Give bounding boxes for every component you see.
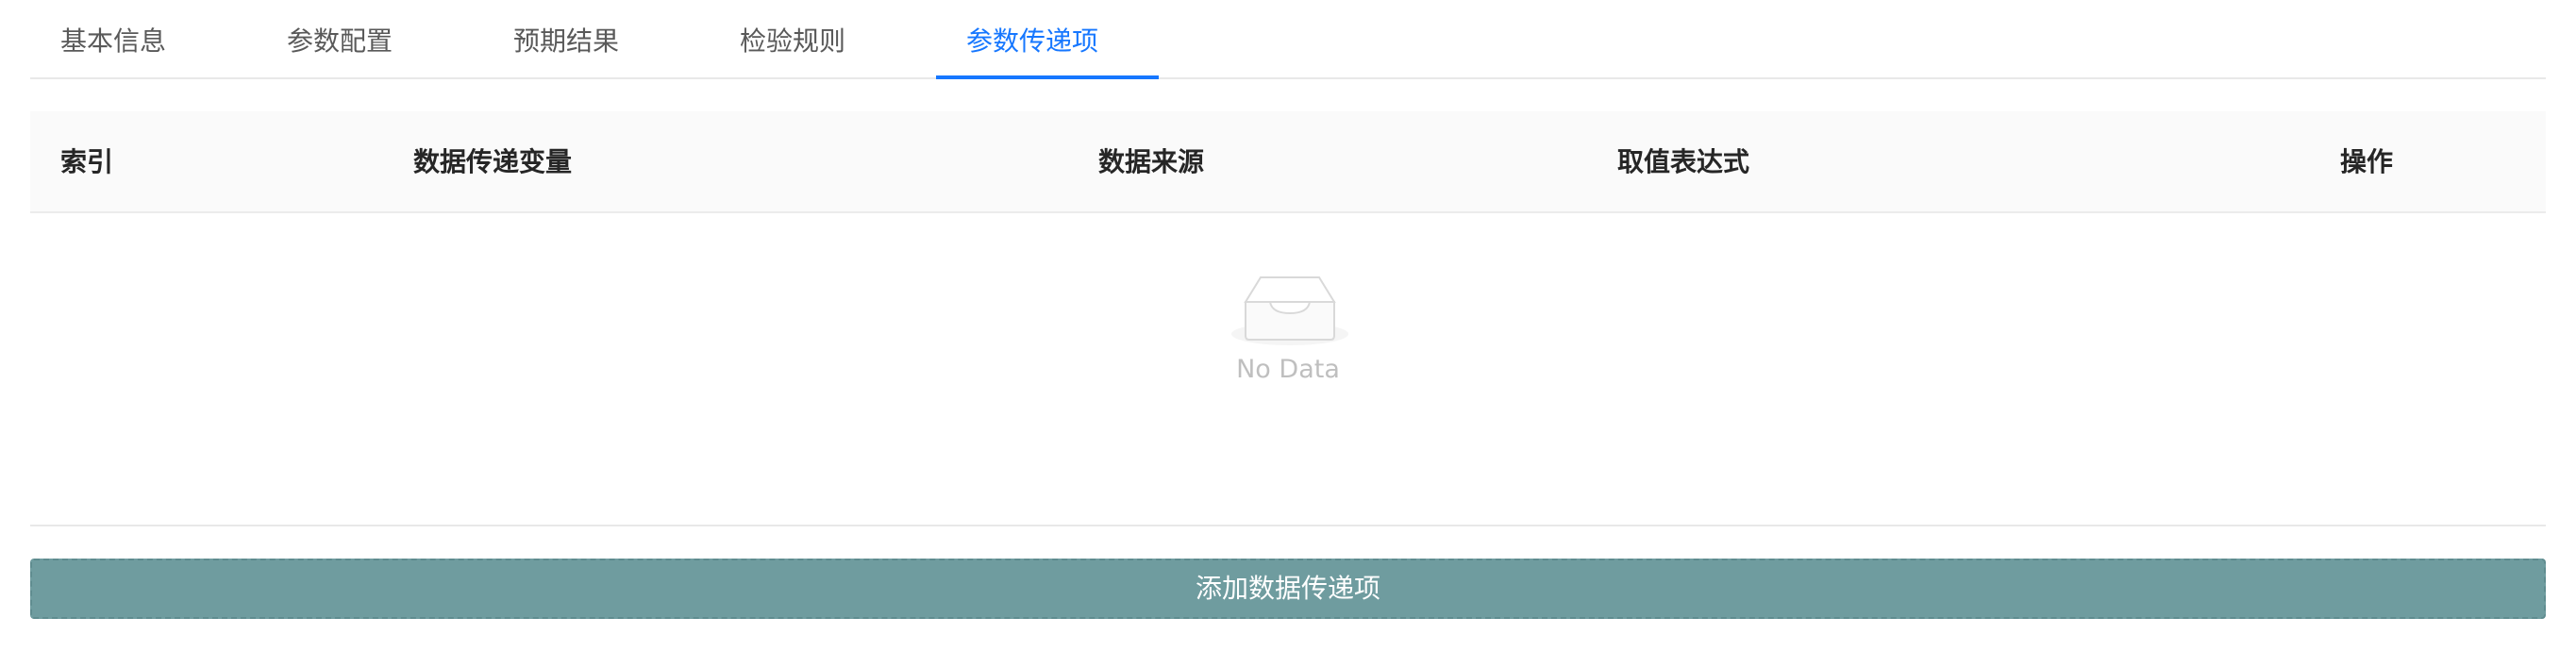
column-header-variable: 数据传递变量 bbox=[413, 146, 573, 177]
tab-basic-info[interactable]: 基本信息 bbox=[60, 0, 166, 79]
active-tab-indicator bbox=[936, 75, 1159, 79]
table-header: 索引 数据传递变量 数据来源 取值表达式 操作 bbox=[30, 111, 2546, 213]
tab-validation-rules[interactable]: 检验规则 bbox=[740, 0, 845, 79]
add-param-passing-button[interactable]: 添加数据传递项 bbox=[30, 559, 2546, 619]
inbox-icon bbox=[1231, 276, 1348, 345]
tab-expected-result[interactable]: 预期结果 bbox=[513, 0, 619, 79]
tab-bar: 基本信息 参数配置 预期结果 检验规则 参数传递项 bbox=[30, 0, 2546, 79]
column-header-expression: 取值表达式 bbox=[1617, 146, 1750, 177]
column-header-index: 索引 bbox=[60, 146, 114, 177]
column-header-source: 数据来源 bbox=[1098, 146, 1205, 177]
tab-param-passing[interactable]: 参数传递项 bbox=[966, 0, 1098, 79]
empty-text: No Data bbox=[1236, 355, 1340, 384]
empty-state: No Data bbox=[30, 213, 2546, 525]
tab-param-config[interactable]: 参数配置 bbox=[287, 0, 393, 79]
param-passing-table: 索引 数据传递变量 数据来源 取值表达式 操作 No Data bbox=[30, 111, 2546, 526]
column-header-actions: 操作 bbox=[2340, 146, 2394, 177]
